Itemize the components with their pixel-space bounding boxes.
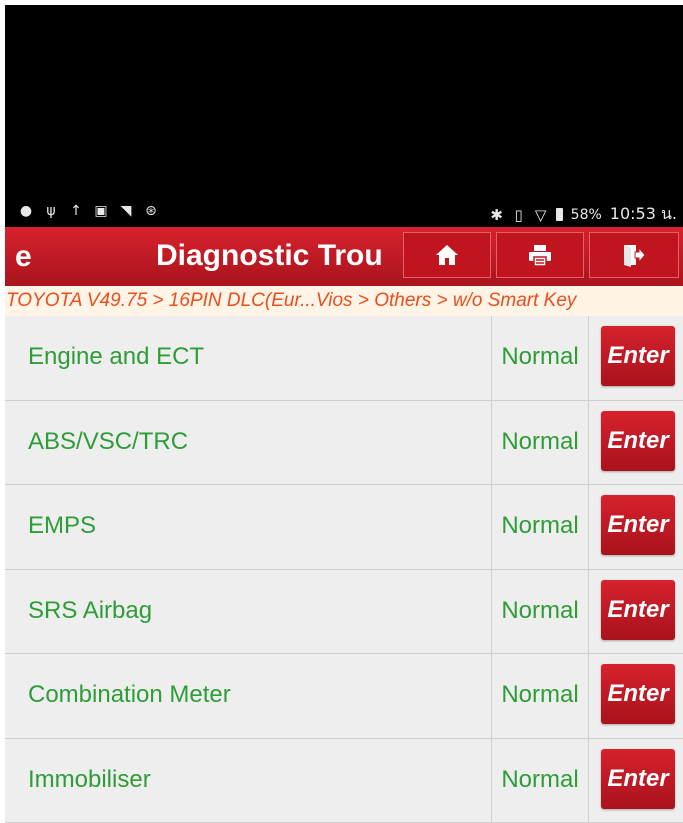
list-item: SRS Airbag Normal Enter [5, 570, 683, 655]
system-status: Normal [491, 401, 589, 485]
bluetooth-icon: ✱ [490, 206, 504, 224]
print-button[interactable] [496, 232, 584, 278]
status-left-icons: ● ψ ↑ ▣ ◥ ⊛ [19, 203, 158, 219]
enter-button[interactable]: Enter [601, 580, 675, 640]
list-item: EMPS Normal Enter [5, 485, 683, 570]
home-button[interactable] [403, 232, 491, 278]
system-status: Normal [491, 654, 589, 738]
enter-button[interactable]: Enter [601, 664, 675, 724]
upload-icon: ↑ [69, 203, 83, 219]
system-name: ABS/VSC/TRC [28, 428, 188, 456]
system-name: Immobiliser [28, 766, 151, 794]
bluetooth-circle-icon: ⊛ [144, 203, 158, 219]
system-status: Normal [491, 316, 589, 400]
system-status: Normal [491, 485, 589, 569]
page-title: Diagnostic Trou [156, 239, 401, 273]
system-name: Engine and ECT [28, 343, 204, 371]
home-icon [435, 243, 459, 267]
enter-button[interactable]: Enter [601, 326, 675, 386]
system-list: Engine and ECT Normal Enter ABS/VSC/TRC … [5, 316, 683, 823]
status-right-icons: ✱ ▯ ▽ 58% 10:53 น. [490, 202, 677, 227]
exit-button[interactable] [589, 232, 679, 278]
print-icon [528, 243, 552, 267]
list-item: Immobiliser Normal Enter [5, 739, 683, 823]
list-item: Engine and ECT Normal Enter [5, 316, 683, 401]
system-name: EMPS [28, 512, 96, 540]
chat-icon: ● [19, 203, 33, 219]
usb-icon: ψ [44, 203, 58, 219]
system-name: SRS Airbag [28, 597, 152, 625]
system-status: Normal [491, 570, 589, 654]
battery-percent: 58% [571, 207, 602, 223]
enter-button[interactable]: Enter [601, 411, 675, 471]
vibrate-icon: ▯ [512, 206, 526, 224]
clock: 10:53 น. [610, 202, 677, 227]
system-status: Normal [491, 739, 589, 823]
battery-icon [556, 208, 563, 221]
enter-button[interactable]: Enter [601, 749, 675, 809]
status-bar: ● ψ ↑ ▣ ◥ ⊛ ✱ ▯ ▽ 58% 10:53 น. [5, 195, 683, 227]
list-item: Combination Meter Normal Enter [5, 654, 683, 739]
signal-icon: ▽ [534, 206, 548, 224]
black-screen-area [5, 5, 683, 200]
breadcrumb: TOYOTA V49.75 > 16PIN DLC(Eur...Vios > O… [5, 286, 683, 316]
list-item: ABS/VSC/TRC Normal Enter [5, 401, 683, 486]
image-icon: ▣ [94, 203, 108, 219]
exit-icon [622, 243, 646, 267]
system-name: Combination Meter [28, 681, 231, 709]
enter-button[interactable]: Enter [601, 495, 675, 555]
app-header: e Diagnostic Trou [5, 227, 683, 286]
header-left-stub[interactable]: e [15, 240, 32, 274]
wifi-question-icon: ◥ [119, 203, 133, 219]
